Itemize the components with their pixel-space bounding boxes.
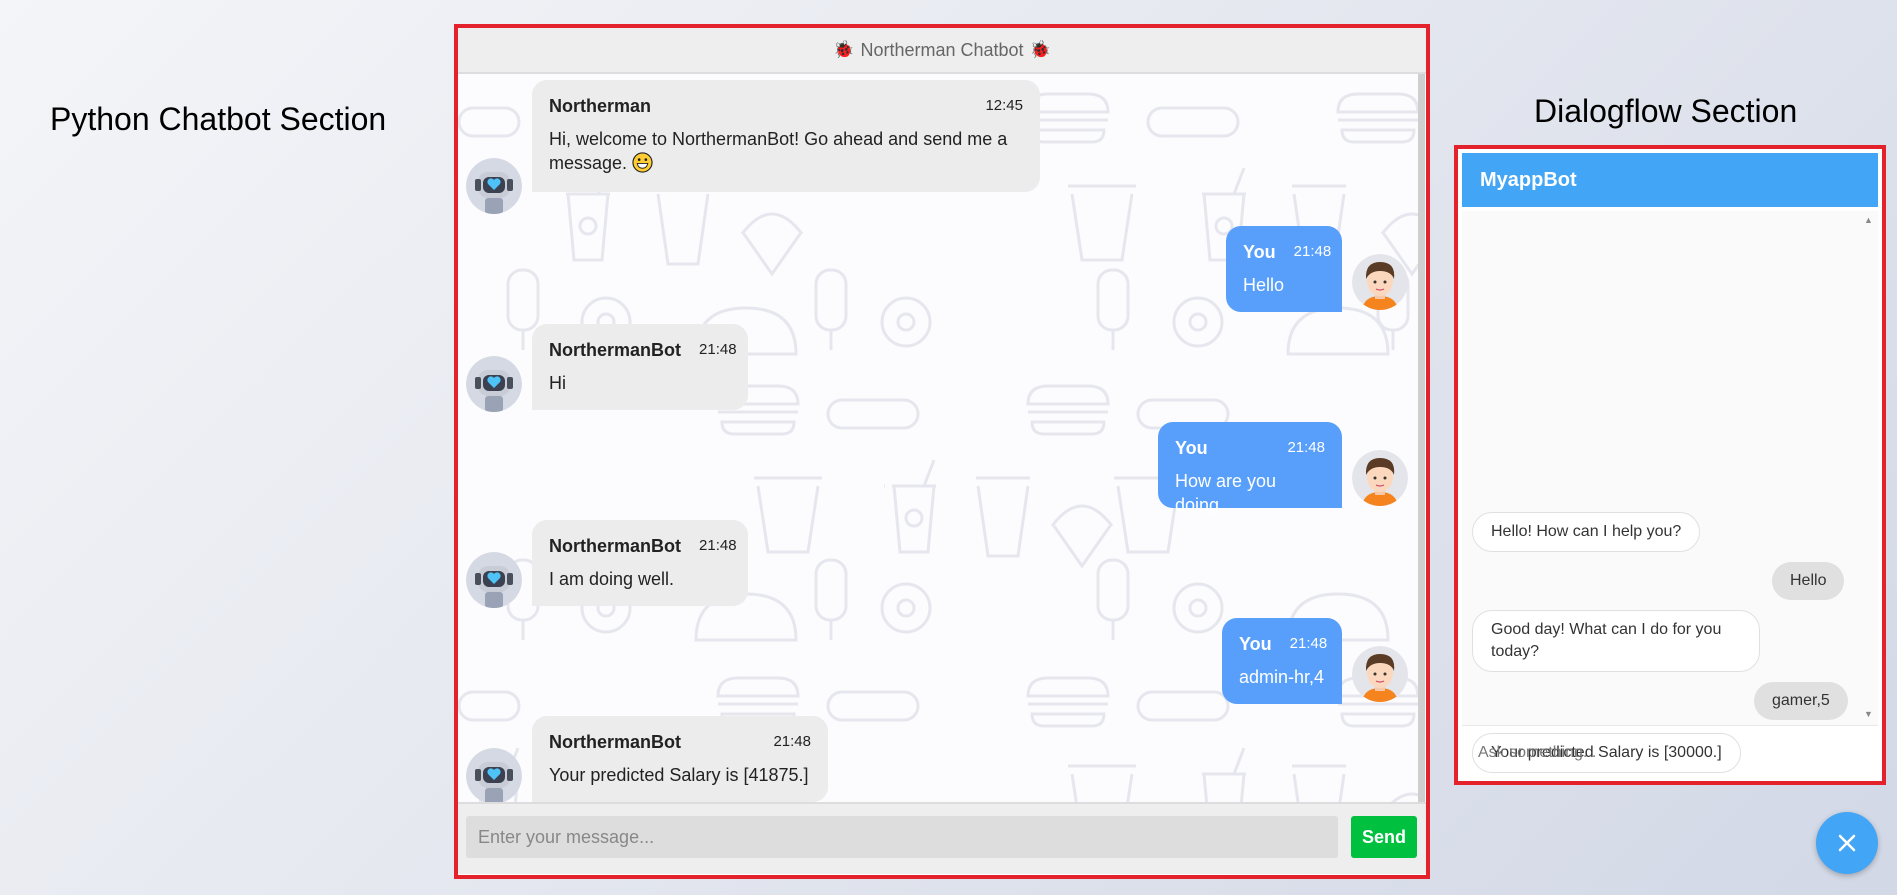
close-chat-button[interactable] [1816,812,1878,874]
message-text: admin-hr,4 [1239,667,1325,687]
bot-message: Good day! What can I do for you today? [1472,610,1760,672]
message-time: 21:48 [699,341,737,358]
message-text: Hello [1243,275,1285,295]
bot-message-bubble: Northerman 12:45 Hi, welcome to Northerm… [532,80,1040,192]
chat-messages-area[interactable]: Northerman 12:45 Hi, welcome to Northerm… [458,74,1425,802]
bug-icon: 🐞 [1029,40,1051,59]
user-message: Hello [1772,562,1845,600]
message-text: How are you doing [1175,471,1277,515]
user-avatar [1352,450,1408,506]
message-time: 12:45 [985,97,1023,114]
message-input[interactable] [466,816,1338,858]
user-avatar [1352,254,1408,310]
message-input-area: Send [458,802,1426,874]
bot-name: MyappBot [1480,168,1577,191]
sender-name: Northerman [549,96,652,116]
sender-name: You [1243,242,1276,262]
message-text: Hi [549,373,566,393]
send-button[interactable]: Send [1351,816,1417,858]
bot-message-bubble: NorthermanBot 21:48 I am doing well. [532,520,748,606]
message-time: 21:48 [1287,439,1325,456]
user-message-bubble: You 21:48 How are you doing [1158,422,1342,515]
message-text: Hi, welcome to NorthermanBot! Go ahead a… [549,129,1008,173]
grinning-face-icon [632,152,653,173]
dialogflow-widget: MyappBot ▲ Hello! How can I help you? He… [1454,145,1886,785]
bot-avatar [466,158,522,214]
close-icon [1838,834,1856,852]
bot-avatar [466,356,522,412]
message-text: Your predicted Salary is [41875.] [549,765,809,785]
bot-message-bubble: NorthermanBot 21:48 Hi [532,324,748,410]
dialogflow-messages[interactable]: ▲ Hello! How can I help you? Hello Good … [1462,211,1878,773]
sender-name: You [1175,438,1208,458]
chat-header: 🐞 Northerman Chatbot 🐞 [458,28,1426,74]
user-message: gamer,5 [1754,682,1848,720]
user-message-bubble: You 21:48 admin-hr,4 [1222,618,1342,704]
ask-input[interactable] [1476,729,1870,777]
sender-name: NorthermanBot [549,340,682,360]
sender-name: NorthermanBot [549,732,682,752]
sender-name: You [1239,634,1272,654]
message-time: 21:48 [1293,243,1332,260]
bot-avatar [466,552,522,608]
scroll-up-arrow-icon[interactable]: ▲ [1864,215,1873,225]
user-message-bubble: You 21:48 Hello [1226,226,1342,312]
sender-name: NorthermanBot [549,536,682,556]
dialogflow-section-title: Dialogflow Section [1534,93,1798,129]
bot-avatar [466,748,522,802]
message-text: I am doing well. [549,569,675,589]
user-avatar [1352,646,1408,702]
scroll-down-arrow-icon[interactable]: ▼ [1864,709,1873,719]
bug-icon: 🐞 [833,40,855,59]
message-time: 21:48 [699,537,737,554]
message-time: 21:48 [1289,635,1328,652]
python-chatbot-window: 🐞 Northerman Chatbot 🐞 Northerman 12:45 … [454,24,1430,879]
dialogflow-header: MyappBot [1462,153,1878,207]
bot-message-bubble: NorthermanBot 21:48 Your predicted Salar… [532,716,828,802]
message-time: 21:48 [773,733,811,750]
python-section-title: Python Chatbot Section [50,101,387,137]
chat-title: Northerman Chatbot [860,39,1024,60]
bot-message: Hello! How can I help you? [1472,512,1701,552]
